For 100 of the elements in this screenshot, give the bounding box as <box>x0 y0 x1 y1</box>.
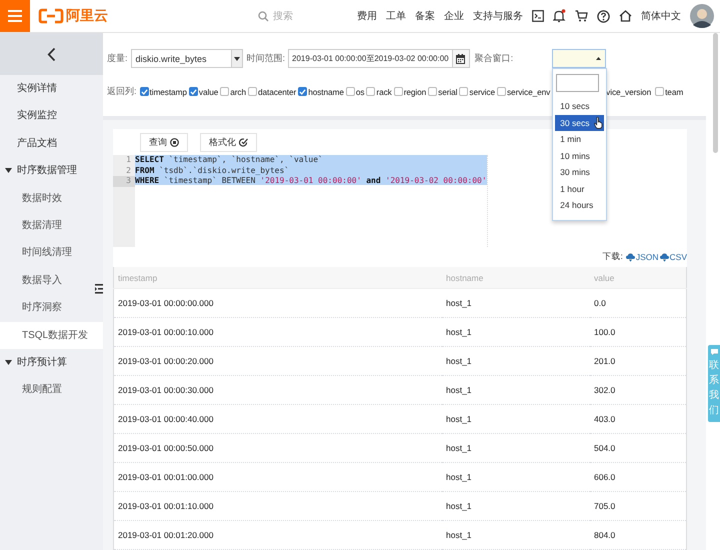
dropdown-option[interactable]: 24 hours <box>555 197 604 214</box>
cloud-download-icon <box>626 252 635 262</box>
language-link[interactable]: 简体中文 <box>641 9 681 23</box>
sidebar-item[interactable]: 时序洞察 <box>0 294 103 322</box>
sidebar-group-label: 时序预计算 <box>17 356 67 368</box>
sidebar-item[interactable]: 产品文档 <box>0 130 103 158</box>
download-link[interactable]: CSV <box>670 252 687 262</box>
calendar-icon <box>456 54 466 64</box>
column-checkbox[interactable]: os <box>346 86 364 96</box>
search-icon <box>258 10 269 22</box>
table-cell: host_1 <box>442 462 590 492</box>
table-cell: 804.0 <box>590 520 686 550</box>
dropdown-option[interactable]: 10 mins <box>555 148 604 164</box>
sidebar-item[interactable]: 数据导入 <box>0 266 103 294</box>
metric-select[interactable]: diskio.write_bytes <box>130 49 243 68</box>
line-number: 3 <box>113 176 135 186</box>
table-cell: 201.0 <box>590 346 686 376</box>
table-cell: 606.0 <box>590 462 686 492</box>
sidebar-item[interactable]: 数据清理 <box>0 212 103 240</box>
sidebar-item[interactable]: 实例详情 <box>0 75 103 102</box>
menu-button[interactable] <box>0 0 30 32</box>
nav-link[interactable]: 备案 <box>415 9 435 23</box>
column-checkbox[interactable]: hostname <box>298 86 344 96</box>
check-icon <box>140 88 148 96</box>
table-cell: 2019-03-01 00:00:00.000 <box>114 288 442 318</box>
column-checkbox[interactable]: region <box>394 86 426 96</box>
column-checkbox[interactable]: service_env <box>497 86 550 96</box>
dropdown-option[interactable]: 30 mins <box>555 164 604 180</box>
column-checkbox[interactable]: value <box>188 86 218 96</box>
time-range-field[interactable]: 2019-03-01 00:00:00至2019-03-02 00:00:00 <box>288 49 453 68</box>
check-icon <box>190 88 197 96</box>
menu-icon <box>8 10 22 22</box>
table-cell: 302.0 <box>590 376 686 404</box>
collapse-icon[interactable] <box>95 283 103 295</box>
window-label: 聚合窗口: <box>474 52 514 65</box>
format-button[interactable]: 格式化 <box>200 133 257 152</box>
table-cell: host_1 <box>442 492 590 520</box>
table-cell: 0.0 <box>590 288 686 318</box>
column-checkbox[interactable]: datacenter <box>248 86 296 96</box>
download-link[interactable]: JSON <box>636 252 659 262</box>
download-label: 下载: <box>602 251 623 263</box>
expand-triangle-icon <box>5 360 12 365</box>
calendar-button[interactable] <box>452 49 470 68</box>
column-checkbox[interactable]: serial <box>428 86 458 96</box>
sidebar-group[interactable]: 时序数据管理 <box>0 157 103 185</box>
nav-link[interactable]: 工单 <box>386 9 406 23</box>
dropdown-option[interactable]: 30 secs <box>555 114 604 131</box>
table-cell: 2019-03-01 00:01:20.000 <box>114 520 442 550</box>
table-cell: host_1 <box>442 434 590 462</box>
cloud-download-icon <box>660 252 669 262</box>
time-range-label: 时间范围: <box>246 52 286 65</box>
dropdown-option[interactable]: 1 hour <box>555 180 604 197</box>
chat-icon <box>710 349 718 355</box>
table-cell: 2019-03-01 00:01:00.000 <box>114 462 442 492</box>
columns-label: 返回列: <box>107 85 137 98</box>
table-cell: 2019-03-01 00:00:10.000 <box>114 318 442 346</box>
cart-icon[interactable] <box>575 10 588 22</box>
query-button[interactable]: 查询 <box>140 133 188 152</box>
column-checkbox[interactable]: arch <box>220 86 246 96</box>
avatar-icon[interactable] <box>690 4 714 28</box>
column-header: timestamp <box>114 267 442 288</box>
check-circle-icon <box>239 138 248 147</box>
sidebar-item[interactable]: 实例监控 <box>0 102 103 130</box>
table-cell: host_1 <box>442 404 590 434</box>
table-cell: 2019-03-01 00:00:30.000 <box>114 376 442 404</box>
sidebar-group-label: 时序数据管理 <box>17 165 77 176</box>
column-checkbox[interactable]: timestamp <box>140 86 187 96</box>
column-checkbox[interactable]: team <box>655 86 684 96</box>
table-cell: 100.0 <box>590 318 686 346</box>
line-number: 2 <box>125 166 132 176</box>
table-cell: host_1 <box>442 346 590 376</box>
home-icon[interactable] <box>619 10 632 22</box>
column-checkbox[interactable]: service <box>459 86 495 96</box>
sidebar-item[interactable]: TSQL数据开发 <box>0 322 103 349</box>
back-icon[interactable] <box>47 46 56 62</box>
expand-triangle-icon <box>5 168 12 174</box>
sidebar-item[interactable]: 时间线清理 <box>0 239 103 267</box>
nav-link[interactable]: 费用 <box>357 9 377 23</box>
help-icon[interactable] <box>597 10 610 22</box>
bell-icon[interactable] <box>553 9 566 23</box>
sidebar-item[interactable]: 数据时效 <box>0 184 103 212</box>
dropdown-search-field[interactable] <box>556 74 600 92</box>
column-checkbox[interactable]: rack <box>366 86 392 96</box>
nav-link[interactable]: 支持与服务 <box>473 9 523 23</box>
nav-link[interactable]: 企业 <box>444 9 464 23</box>
sidebar-group[interactable]: 时序预计算 <box>0 348 103 376</box>
column-label: vice_version <box>606 86 652 96</box>
table-cell: 2019-03-01 00:00:40.000 <box>114 404 442 434</box>
table-cell: 2019-03-01 00:00:50.000 <box>114 434 442 462</box>
column-header: value <box>590 267 686 288</box>
logo-icon <box>38 8 64 24</box>
dropdown-option[interactable]: 10 secs <box>555 98 604 114</box>
table-cell: 504.0 <box>590 434 686 462</box>
line-number: 1 <box>125 155 132 166</box>
scrollbar-thumb[interactable] <box>713 33 718 153</box>
logo-text: 阿里云 <box>66 7 108 25</box>
dropdown-option[interactable]: 1 min <box>555 131 604 148</box>
sidebar-item[interactable]: 规则配置 <box>0 376 103 404</box>
terminal-icon[interactable] <box>532 10 544 22</box>
search-field[interactable]: 搜索 <box>258 10 338 22</box>
